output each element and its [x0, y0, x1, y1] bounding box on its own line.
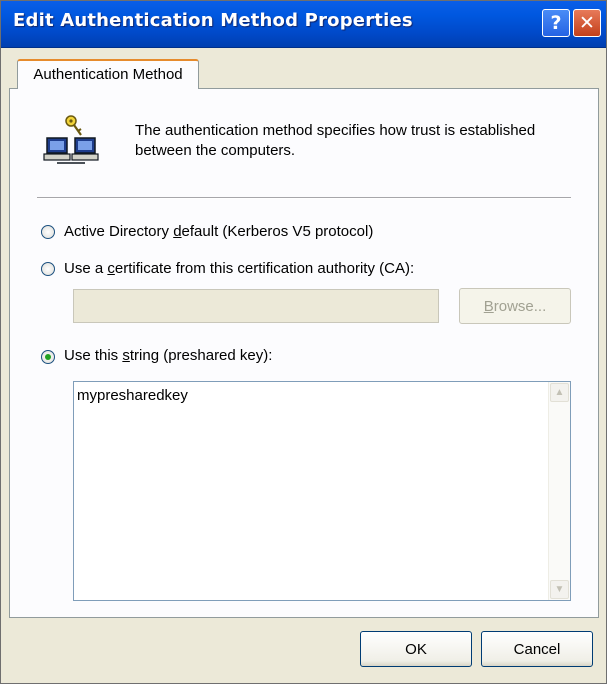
tab-authentication-method[interactable]: Authentication Method — [17, 59, 199, 89]
dialog-window: Edit Authentication Method Properties ? … — [0, 0, 607, 684]
help-button[interactable]: ? — [542, 9, 570, 37]
computer-icon-right — [71, 137, 99, 161]
cancel-button[interactable]: Cancel — [481, 631, 593, 667]
key-icon — [65, 115, 82, 136]
window-title: Edit Authentication Method Properties — [13, 10, 413, 31]
close-button[interactable]: ✕ — [573, 9, 601, 37]
radio-kerberos-label[interactable]: Active Directory default (Kerberos V5 pr… — [64, 223, 373, 241]
title-bar[interactable]: Edit Authentication Method Properties ? … — [1, 1, 606, 48]
scroll-down-arrow-icon[interactable]: ▼ — [550, 580, 569, 599]
vertical-scrollbar[interactable]: ▲ ▼ — [548, 382, 570, 600]
separator — [37, 197, 571, 199]
help-icon: ? — [550, 12, 562, 34]
ok-button[interactable]: OK — [360, 631, 472, 667]
preshared-key-value: mypresharedkey — [77, 387, 188, 404]
scroll-up-arrow-icon[interactable]: ▲ — [550, 383, 569, 402]
radio-certificate[interactable] — [41, 262, 55, 276]
preshared-key-textarea[interactable]: mypresharedkey ▲ ▼ — [73, 381, 571, 601]
networked-computers-key-icon — [43, 115, 99, 164]
radio-kerberos[interactable] — [41, 225, 55, 239]
radio-certificate-label[interactable]: Use a certificate from this certificatio… — [64, 260, 414, 278]
radio-preshared-key[interactable] — [41, 350, 55, 364]
browse-button[interactable]: Browse... — [459, 288, 571, 324]
computer-icon-left — [43, 137, 71, 161]
description-text: The authentication method specifies how … — [135, 122, 536, 159]
close-icon: ✕ — [579, 12, 595, 34]
certificate-authority-field[interactable] — [73, 289, 439, 323]
radio-preshared-key-label[interactable]: Use this string (preshared key): — [64, 347, 272, 365]
